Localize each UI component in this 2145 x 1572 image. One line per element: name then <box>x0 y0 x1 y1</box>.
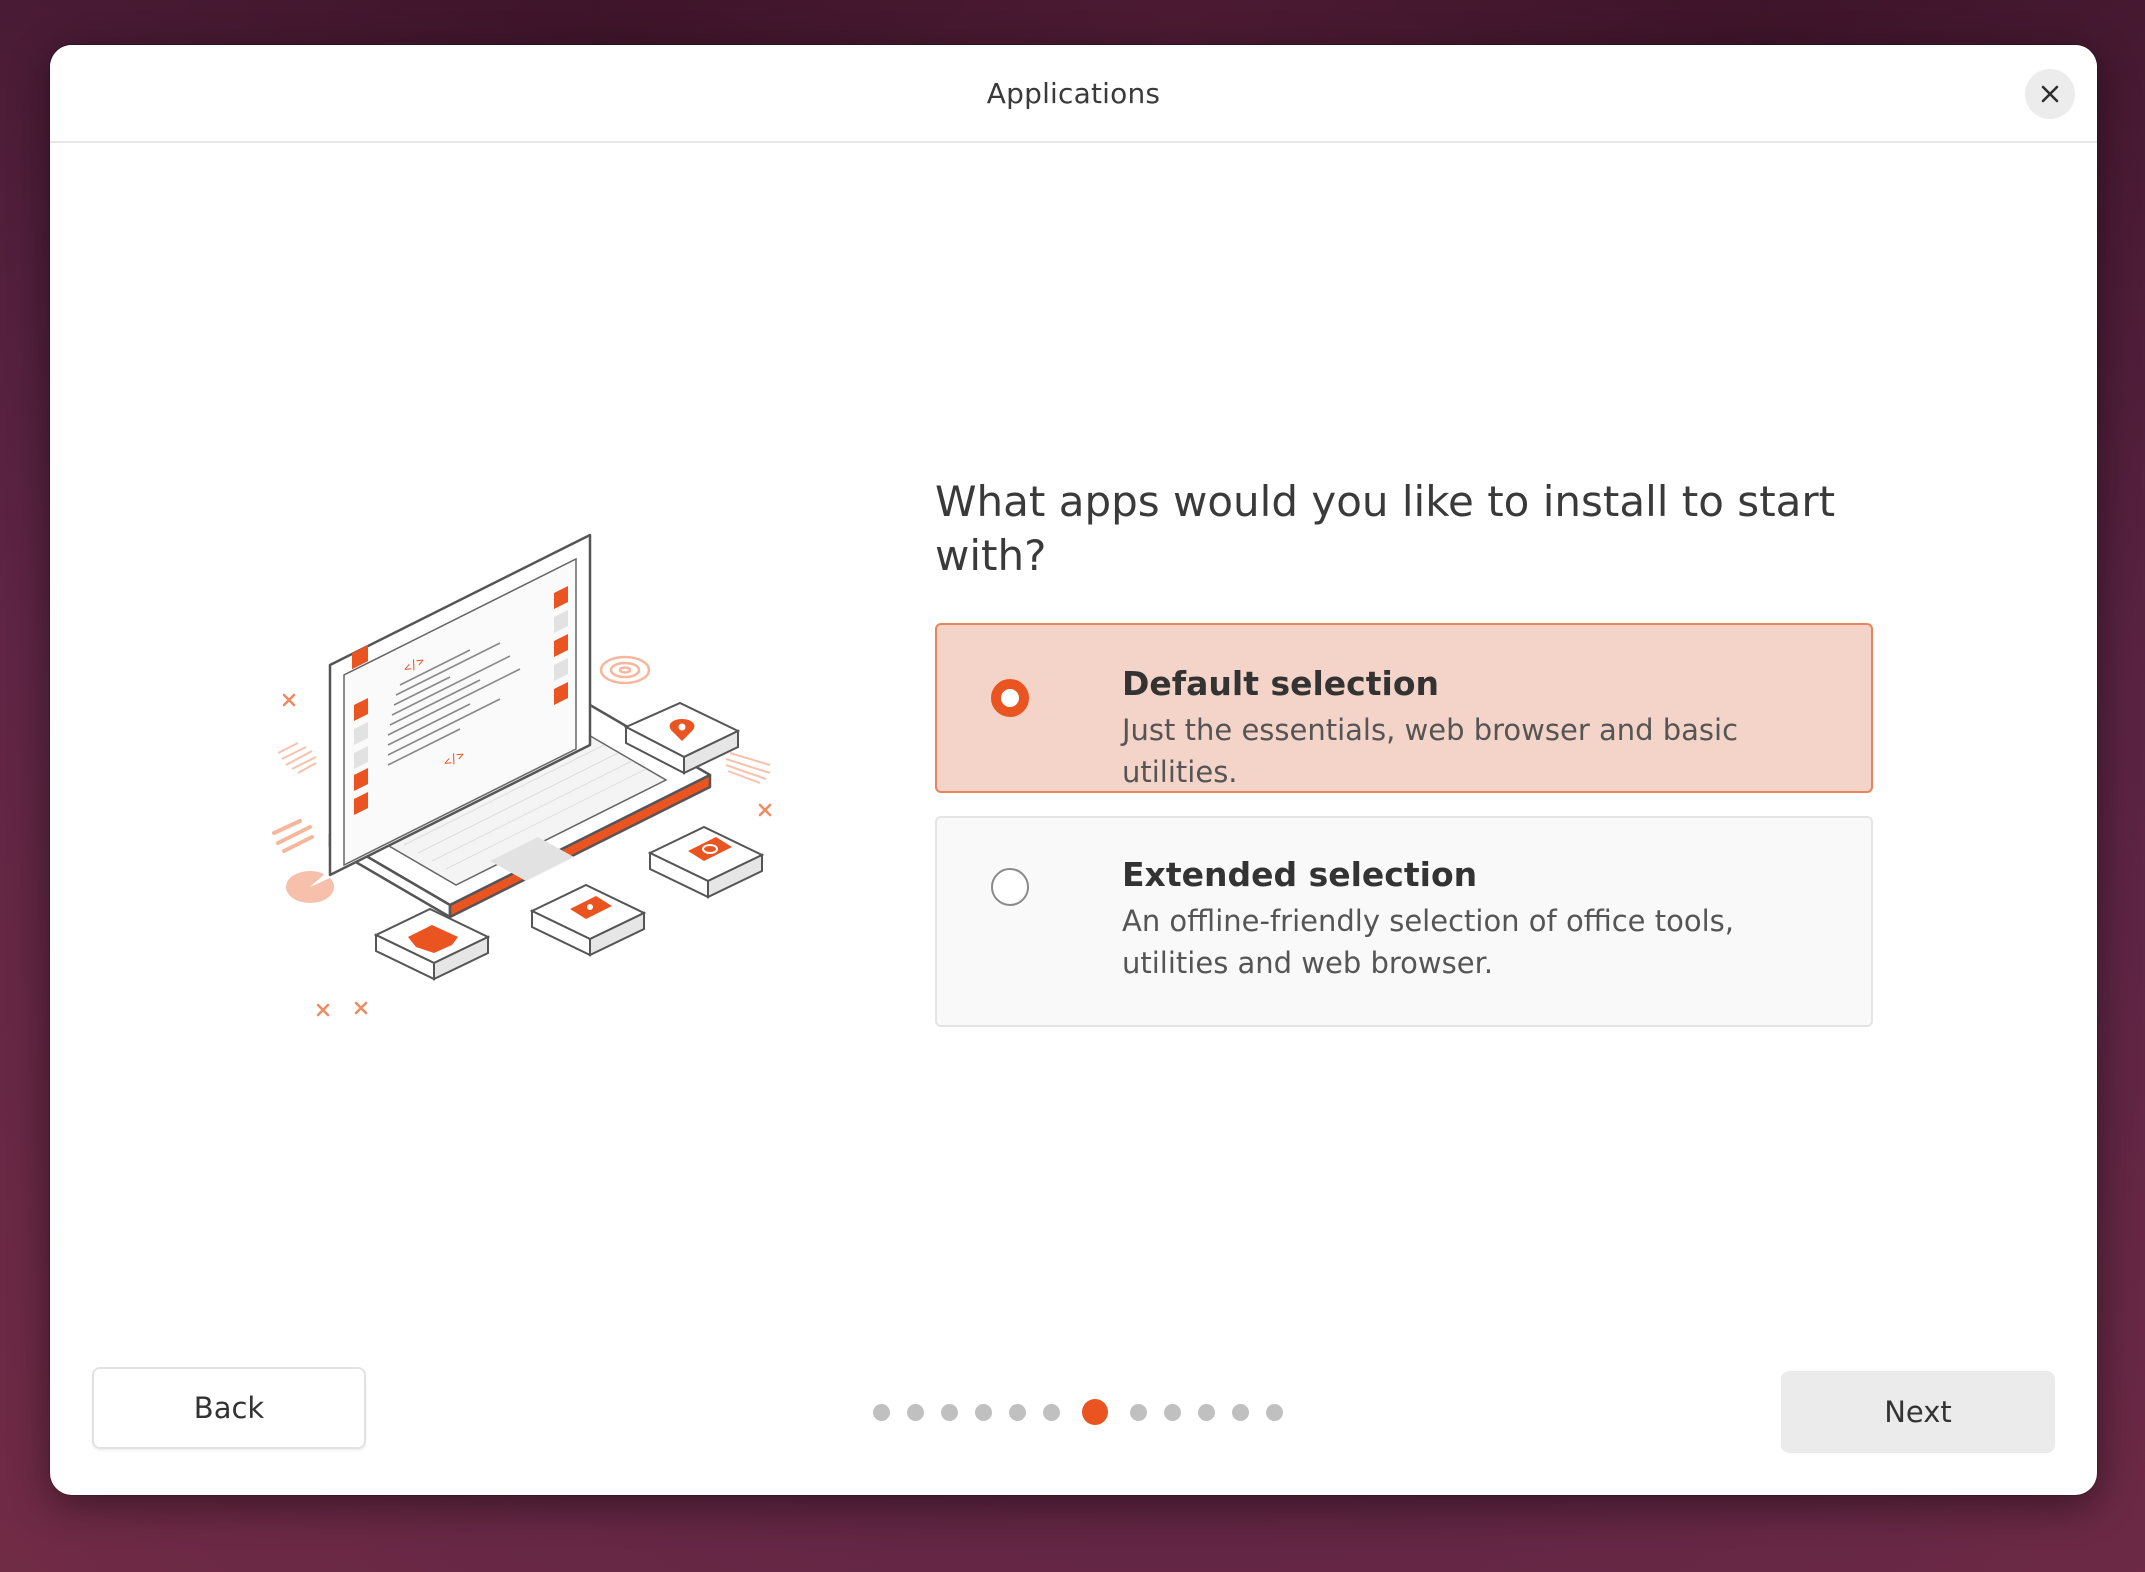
progress-dot <box>1130 1403 1147 1421</box>
close-button[interactable] <box>2025 69 2075 119</box>
progress-dot <box>941 1403 958 1421</box>
progress-dots <box>873 1397 1300 1427</box>
window-header: Applications <box>50 45 2097 143</box>
option-title: Extended selection <box>1122 855 1478 894</box>
option-extended-selection[interactable]: Extended selection An offline-friendly s… <box>935 816 1873 1027</box>
progress-dot <box>1009 1403 1026 1421</box>
decorative-hatch-left <box>277 742 317 774</box>
decorative-bars-icon <box>272 819 314 853</box>
window-title: Applications <box>986 76 1161 110</box>
back-button[interactable]: Back <box>92 1367 366 1449</box>
option-text: Extended selection An offline-friendly s… <box>1122 854 1831 984</box>
gamepad-tile-icon <box>373 907 491 981</box>
option-default-selection[interactable]: Default selection Just the essentials, w… <box>935 623 1873 793</box>
close-icon <box>2041 85 2059 103</box>
laptop-apps-illustration: </> </> <box>272 533 772 1017</box>
progress-dot-active <box>1082 1399 1108 1425</box>
radio-button-checked[interactable] <box>991 679 1029 717</box>
option-description: Just the essentials, web browser and bas… <box>1122 713 1739 789</box>
radio-button-unchecked[interactable] <box>991 868 1029 906</box>
progress-dot <box>1198 1403 1215 1421</box>
decorative-hatch-right <box>725 752 771 784</box>
decorative-pie-icon <box>286 871 334 903</box>
progress-dot <box>1043 1403 1060 1421</box>
progress-dot <box>1266 1403 1283 1421</box>
progress-dot <box>907 1403 924 1421</box>
progress-dot <box>1164 1403 1181 1421</box>
progress-dot <box>873 1403 890 1421</box>
camera-tile-icon <box>647 825 765 899</box>
option-text: Default selection Just the essentials, w… <box>1122 663 1831 793</box>
progress-dot <box>1232 1403 1249 1421</box>
installer-window: Applications </> </> What apps would you… <box>50 45 2097 1495</box>
option-title: Default selection <box>1122 664 1439 703</box>
question-heading: What apps would you like to install to s… <box>935 477 1836 580</box>
next-button[interactable]: Next <box>1781 1371 2055 1453</box>
progress-dot <box>975 1403 992 1421</box>
decorative-target-icon <box>599 655 651 685</box>
option-description: An offline-friendly selection of office … <box>1122 904 1734 980</box>
heart-message-tile-icon <box>529 883 647 957</box>
